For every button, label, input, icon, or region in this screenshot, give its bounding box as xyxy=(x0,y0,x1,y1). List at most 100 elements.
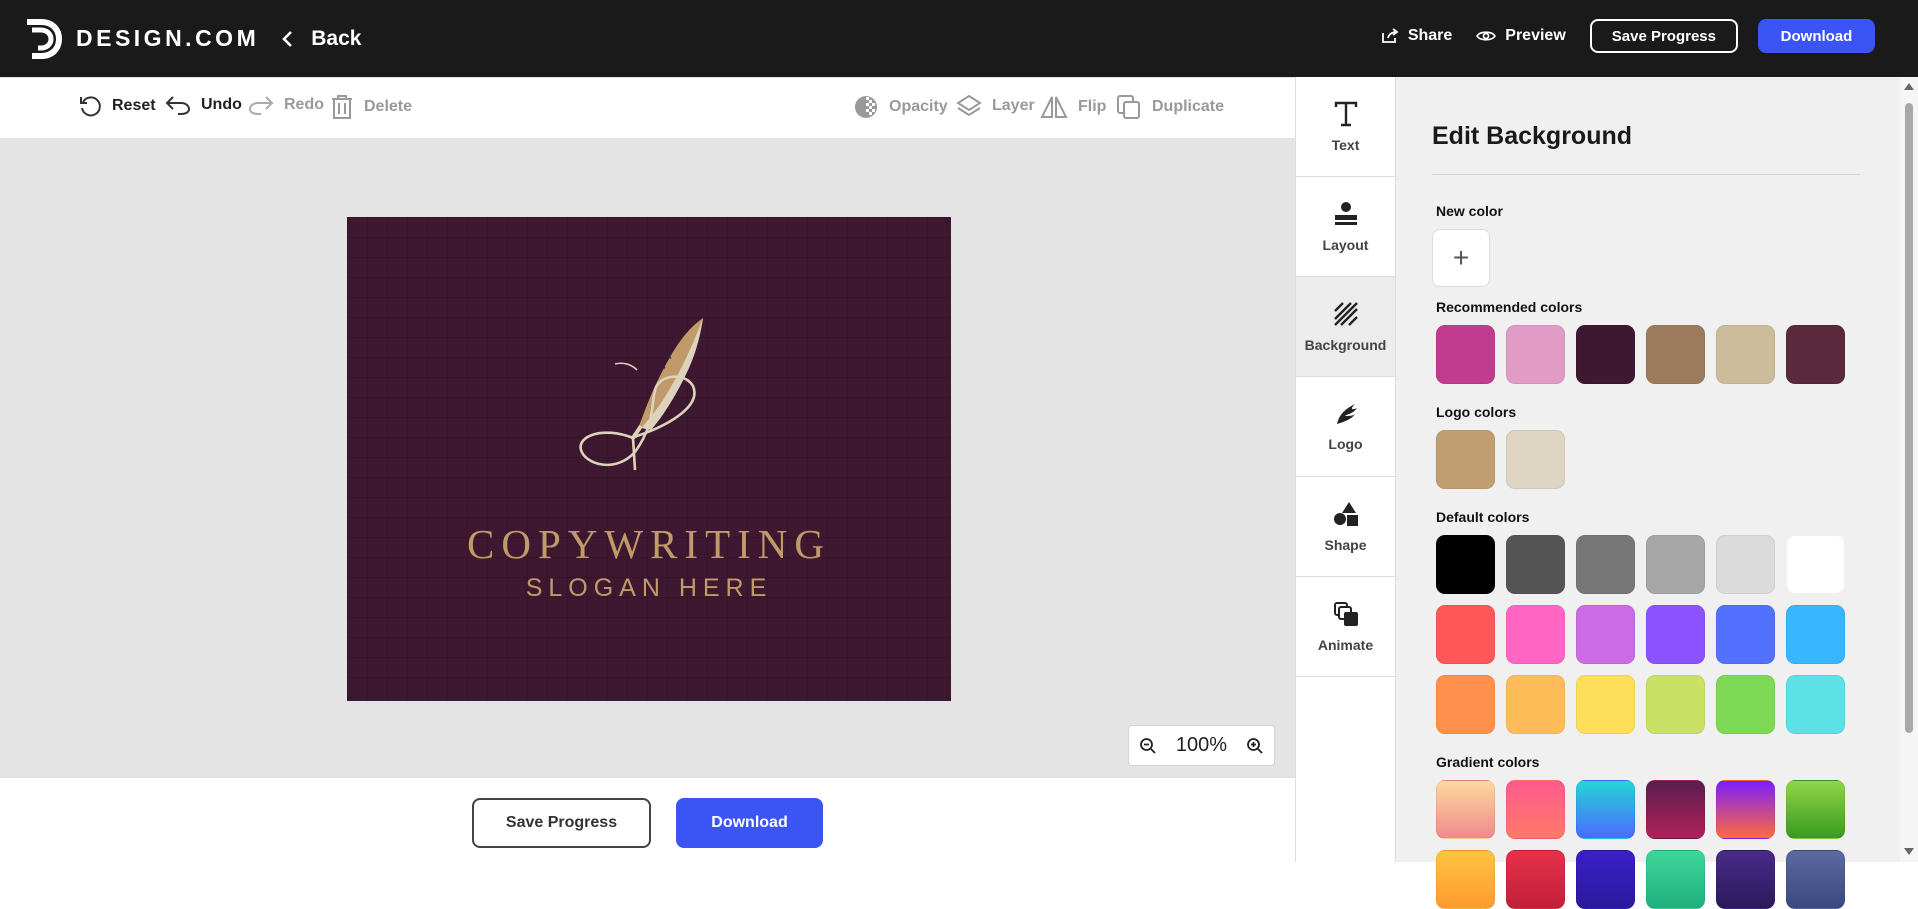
layout-icon xyxy=(1334,201,1357,225)
tab-shape[interactable]: Shape xyxy=(1296,477,1395,577)
zoom-out-icon[interactable] xyxy=(1139,737,1157,755)
add-color-button[interactable]: + xyxy=(1432,229,1490,287)
gradient-color-swatch[interactable] xyxy=(1576,780,1635,839)
recommended-color-swatch[interactable] xyxy=(1716,325,1775,384)
gradient-colors-row xyxy=(1436,850,1856,909)
logo-slogan-text[interactable]: SLOGAN HERE xyxy=(347,574,951,603)
redo-button[interactable]: Redo xyxy=(248,94,324,116)
design-artboard[interactable]: COPYWRITING SLOGAN HERE xyxy=(347,217,951,701)
gradient-color-swatch[interactable] xyxy=(1506,850,1565,909)
share-button[interactable]: Share xyxy=(1381,27,1452,45)
tab-logo[interactable]: Logo xyxy=(1296,377,1395,477)
default-color-swatch[interactable] xyxy=(1716,535,1775,594)
default-color-swatch[interactable] xyxy=(1716,605,1775,664)
undo-icon xyxy=(165,96,191,115)
default-color-swatch[interactable] xyxy=(1716,675,1775,734)
default-color-swatch[interactable] xyxy=(1576,605,1635,664)
share-label: Share xyxy=(1407,27,1453,44)
default-color-swatch[interactable] xyxy=(1436,605,1495,664)
recommended-color-swatch[interactable] xyxy=(1576,325,1635,384)
gradient-color-swatch[interactable] xyxy=(1576,850,1635,909)
chevron-left-icon xyxy=(282,30,293,47)
undo-button[interactable]: Undo xyxy=(165,94,242,116)
recommended-color-swatch[interactable] xyxy=(1506,325,1565,384)
default-color-swatch[interactable] xyxy=(1786,675,1845,734)
scroll-down-arrow-icon[interactable] xyxy=(1904,848,1914,855)
layer-label: Layer xyxy=(992,97,1035,114)
recommended-color-swatch[interactable] xyxy=(1786,325,1845,384)
gradient-color-swatch[interactable] xyxy=(1786,850,1845,909)
edit-background-panel: Edit Background New color + Recommended … xyxy=(1396,77,1900,909)
default-color-swatch[interactable] xyxy=(1646,535,1705,594)
preview-button[interactable]: Preview xyxy=(1476,27,1566,45)
gradient-colors-row xyxy=(1436,780,1856,839)
tab-background-label: Background xyxy=(1304,336,1387,353)
default-color-swatch[interactable] xyxy=(1576,535,1635,594)
default-color-swatch[interactable] xyxy=(1786,605,1845,664)
gradient-color-swatch[interactable] xyxy=(1786,780,1845,839)
delete-label: Delete xyxy=(364,98,413,115)
brand-name: DESIGN.COM xyxy=(76,25,260,51)
tab-text-label: Text xyxy=(1331,136,1360,153)
default-color-swatch[interactable] xyxy=(1646,675,1705,734)
header-actions: Share Preview Save Progress Download xyxy=(1381,19,1875,53)
gradient-colors-label: Gradient colors xyxy=(1436,754,1540,770)
default-color-swatch[interactable] xyxy=(1786,535,1845,594)
duplicate-icon xyxy=(1117,95,1140,119)
gradient-color-swatch[interactable] xyxy=(1716,850,1775,909)
tool-tabs: Text Layout Background Logo Shape Animat… xyxy=(1295,77,1396,862)
default-color-swatch[interactable] xyxy=(1576,675,1635,734)
zoom-in-icon[interactable] xyxy=(1246,737,1264,755)
tab-background[interactable]: Background xyxy=(1296,277,1395,377)
tab-text[interactable]: Text xyxy=(1296,77,1395,177)
reset-button[interactable]: Reset xyxy=(78,94,156,118)
recommended-colors-row xyxy=(1436,325,1856,384)
bottom-action-bar: Save Progress Download xyxy=(0,777,1295,862)
gradient-color-swatch[interactable] xyxy=(1646,850,1705,909)
gradient-color-swatch[interactable] xyxy=(1716,780,1775,839)
save-progress-bottom-button[interactable]: Save Progress xyxy=(472,798,651,848)
gradient-color-swatch[interactable] xyxy=(1646,780,1705,839)
gradient-color-swatch[interactable] xyxy=(1506,780,1565,839)
default-color-swatch[interactable] xyxy=(1646,605,1705,664)
default-color-swatch[interactable] xyxy=(1506,605,1565,664)
opacity-button[interactable]: Opacity xyxy=(853,94,948,120)
brand-logo[interactable]: DESIGN.COM xyxy=(24,18,259,60)
recommended-colors-label: Recommended colors xyxy=(1436,299,1583,315)
gradient-color-swatch[interactable] xyxy=(1436,850,1495,909)
logo-color-swatch[interactable] xyxy=(1436,430,1495,489)
redo-icon xyxy=(248,96,274,115)
reset-icon xyxy=(80,96,101,117)
tab-layout[interactable]: Layout xyxy=(1296,177,1395,277)
zoom-level: 100% xyxy=(1175,734,1228,756)
download-button[interactable]: Download xyxy=(1758,19,1875,53)
default-color-swatch[interactable] xyxy=(1506,535,1565,594)
gradient-color-swatch[interactable] xyxy=(1436,780,1495,839)
back-button[interactable]: Back xyxy=(281,27,361,51)
scrollbar-thumb[interactable] xyxy=(1905,103,1913,733)
new-color-label: New color xyxy=(1436,203,1503,219)
flip-label: Flip xyxy=(1078,98,1107,115)
save-progress-button[interactable]: Save Progress xyxy=(1589,19,1738,53)
recommended-color-swatch[interactable] xyxy=(1646,325,1705,384)
default-color-swatch[interactable] xyxy=(1436,675,1495,734)
flip-icon xyxy=(1040,96,1068,118)
default-color-swatch[interactable] xyxy=(1436,535,1495,594)
top-navigation-bar: DESIGN.COM Back Share Preview Save Progr… xyxy=(0,0,1918,77)
duplicate-button[interactable]: Duplicate xyxy=(1116,94,1224,120)
panel-scrollbar[interactable] xyxy=(1900,77,1918,862)
delete-button[interactable]: Delete xyxy=(330,94,412,120)
quill-logo-icon[interactable] xyxy=(575,314,715,494)
tab-animate[interactable]: Animate xyxy=(1296,577,1395,677)
logo-name-text[interactable]: COPYWRITING xyxy=(347,520,951,568)
default-color-swatch[interactable] xyxy=(1506,675,1565,734)
download-bottom-button[interactable]: Download xyxy=(676,798,823,848)
logo-color-swatch[interactable] xyxy=(1506,430,1565,489)
default-colors-row xyxy=(1436,675,1856,734)
default-colors-row xyxy=(1436,535,1856,594)
recommended-color-swatch[interactable] xyxy=(1436,325,1495,384)
redo-label: Redo xyxy=(284,96,324,113)
layer-button[interactable]: Layer xyxy=(956,94,1035,118)
flip-button[interactable]: Flip xyxy=(1040,94,1106,120)
scroll-up-arrow-icon[interactable] xyxy=(1904,83,1914,90)
